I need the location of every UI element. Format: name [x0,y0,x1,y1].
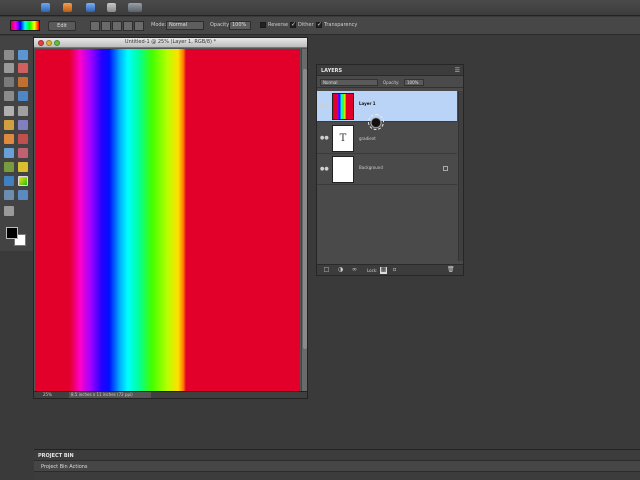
visibility-eye-icon[interactable]: ●● [320,135,329,141]
reverse-checkbox[interactable] [260,22,266,28]
straighten-tool-icon[interactable] [18,120,28,130]
lock-all-icon[interactable]: ▫ [391,267,398,274]
tool-options-bar: Edit Mode: Normal Opacity: 100% Reverse … [0,17,640,35]
pencil-tool-icon[interactable] [18,162,28,172]
lock-label: Lock: [367,268,378,273]
quick-selection-tool-icon[interactable] [18,91,28,101]
document-status-bar: 25% 8.5 inches x 11 inches (72 ppi) [34,391,307,398]
reverse-label: Reverse [268,22,289,28]
save-icon[interactable] [86,3,95,12]
adjustment-layer-icon[interactable]: ◑ [337,267,344,274]
layer-row-background[interactable]: ●● Background [317,154,457,185]
project-bin-title: PROJECT BIN [38,453,74,459]
document-title: Untitled-1 @ 25% (Layer 1, RGB/8) * [124,39,217,45]
move-tool-icon[interactable] [4,50,14,60]
layer-opacity-field[interactable]: 100% [404,79,424,86]
layer-row-layer-1[interactable]: ●● Layer 1 [317,91,457,122]
blend-mode-select[interactable]: Normal [320,79,378,86]
layer-row-gradient[interactable]: ●● T gradient [317,123,457,154]
grab-hand-cursor-icon [368,114,384,130]
layers-scrollbar[interactable] [458,91,463,261]
layer-name: gradient [359,136,376,141]
eyedropper-tool-icon[interactable] [18,63,28,73]
angle-gradient-icon[interactable] [112,21,122,31]
link-layers-icon[interactable]: ∞ [351,267,358,274]
blur-tool-icon[interactable] [18,190,28,200]
print-icon[interactable] [107,3,116,12]
document-title-bar[interactable]: Untitled-1 @ 25% (Layer 1, RGB/8) * [34,38,307,48]
workspace-menu-icon[interactable] [128,3,142,12]
healing-brush-tool-icon[interactable] [18,134,28,144]
document-window: Untitled-1 @ 25% (Layer 1, RGB/8) * 25% … [33,37,308,399]
clone-stamp-tool-icon[interactable] [4,148,14,158]
opacity-label: Opacity: [210,22,231,28]
delete-layer-icon[interactable]: 🗑 [447,267,455,274]
reflected-gradient-icon[interactable] [123,21,133,31]
dither-label: Dither [298,22,314,28]
panel-menu-icon[interactable]: ☰ [455,67,460,74]
crop-tool-icon[interactable] [18,106,28,116]
opacity-field[interactable]: 100% [229,21,251,30]
marquee-tool-icon[interactable] [4,77,14,87]
gradient-tool-icon[interactable] [18,176,28,186]
visibility-eye-icon[interactable]: ●● [320,103,329,109]
sponge-tool-icon[interactable] [4,206,14,216]
zoom-level[interactable]: 25% [43,392,52,398]
layers-panel-footer: □ ◑ ∞ Lock: ▦ ▫ 🗑 [317,264,463,275]
type-tool-icon[interactable] [4,106,14,116]
layer-thumbnail [332,156,354,183]
edit-gradient-button[interactable]: Edit [48,21,76,31]
layer-opacity-label: Opacity: [383,80,400,85]
shape-tool-icon[interactable] [4,190,14,200]
diamond-gradient-icon[interactable] [134,21,144,31]
type-layer-thumbnail-icon: T [332,125,354,152]
red-eye-tool-icon[interactable] [4,134,14,144]
lasso-tool-icon[interactable] [18,77,28,87]
tools-panel [0,36,34,251]
new-layer-icon[interactable]: □ [323,267,330,274]
radial-gradient-icon[interactable] [101,21,111,31]
linear-gradient-icon[interactable] [90,21,100,31]
magic-wand-tool-icon[interactable] [4,91,14,101]
gradient-picker[interactable] [10,20,40,31]
quick-edit-icon[interactable] [63,3,72,12]
organizer-icon[interactable] [41,3,50,12]
layer-name: Layer 1 [359,101,376,106]
eraser-tool-icon[interactable] [18,148,28,158]
project-bin-toolbar: Project Bin Actions [34,460,640,472]
mode-label: Mode: [151,22,167,28]
project-bin-actions-menu[interactable]: Project Bin Actions [41,464,88,470]
zoom-tool-icon[interactable] [18,50,28,60]
cookie-cutter-tool-icon[interactable] [4,120,14,130]
layers-panel-header[interactable]: LAYERS ☰ [317,65,463,76]
layer-name: Background [359,165,383,170]
layer-thumbnail [332,93,354,120]
mode-select[interactable]: Normal [166,21,204,30]
lock-icon [443,166,448,171]
paint-bucket-tool-icon[interactable] [4,176,14,186]
document-dimensions[interactable]: 8.5 inches x 11 inches (72 ppi) [69,392,151,398]
dither-checkbox[interactable] [290,21,296,28]
project-bin: PROJECT BIN Project Bin Actions [34,449,640,480]
lock-transparent-icon[interactable]: ▦ [380,267,387,274]
layers-panel: LAYERS ☰ Normal Opacity: 100% ●● Layer 1… [316,64,464,276]
scrollbar-thumb[interactable] [303,69,307,349]
transparency-label: Transparency [324,22,358,28]
image-canvas[interactable] [35,49,300,391]
application-bar [0,0,640,16]
vertical-scrollbar[interactable] [301,49,307,391]
layers-options: Normal Opacity: 100% [317,77,463,88]
brush-tool-icon[interactable] [4,162,14,172]
foreground-color-swatch[interactable] [6,227,18,239]
visibility-eye-icon[interactable]: ●● [320,166,329,172]
hand-tool-icon[interactable] [4,63,14,73]
layers-panel-title: LAYERS [321,68,343,74]
transparency-checkbox[interactable] [316,21,322,28]
